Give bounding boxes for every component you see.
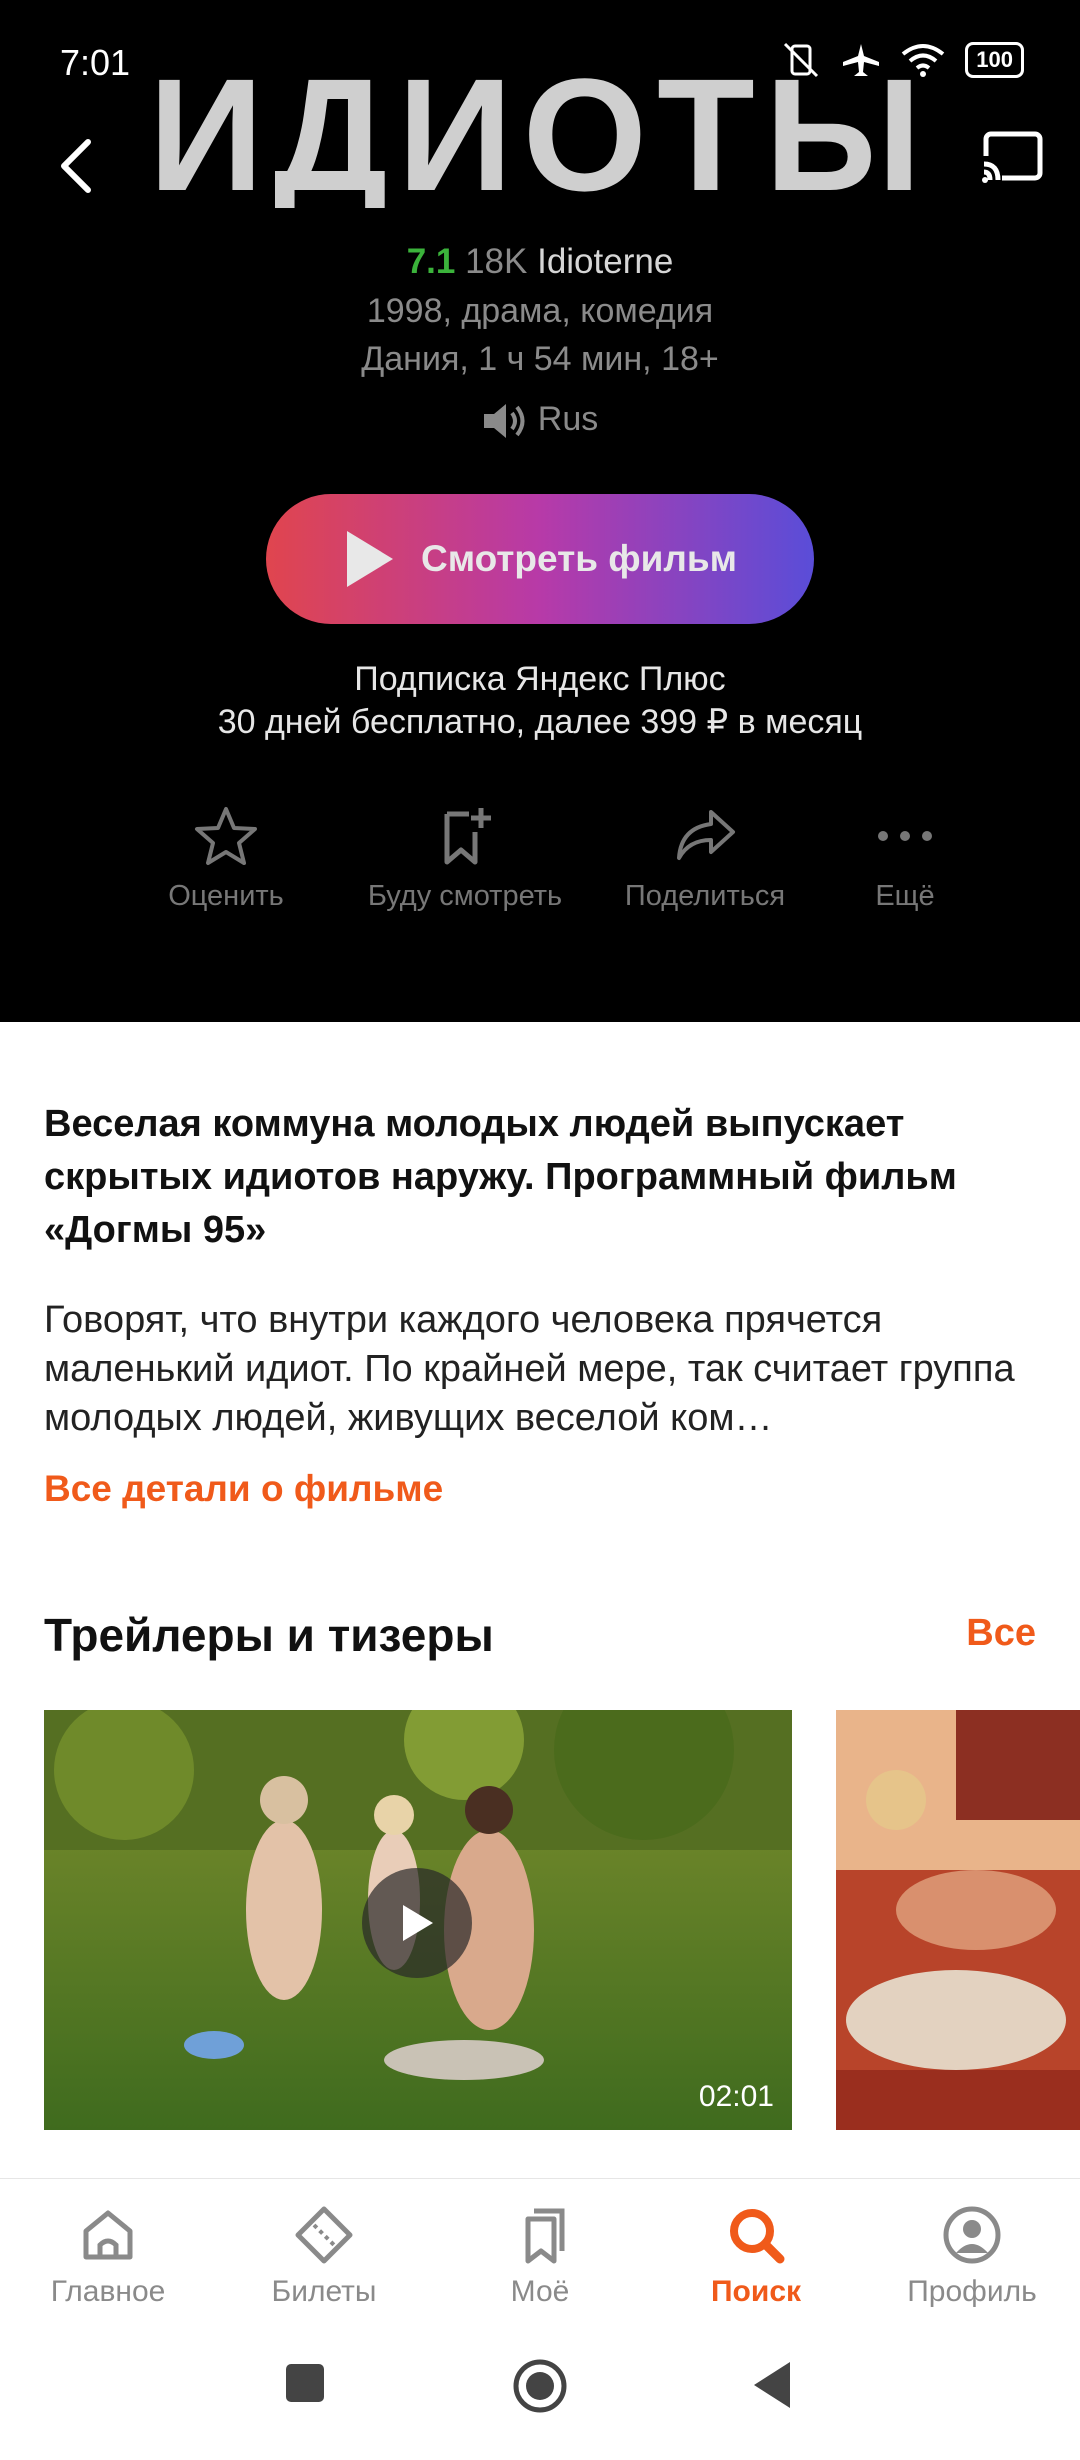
tab-tickets-label: Билеты	[271, 2275, 377, 2308]
action-row: Оценить Буду смотреть Поделиться Ещё	[0, 806, 1080, 936]
watchlist-label: Буду смотреть	[367, 880, 563, 912]
battery-indicator: 100	[965, 42, 1024, 78]
rate-label: Оценить	[168, 880, 284, 912]
trailer-duration: 02:01	[698, 2080, 774, 2113]
tab-my-label: Моё	[510, 2275, 570, 2308]
country-duration-age: Дания, 1 ч 54 мин, 18+	[361, 340, 719, 378]
trailers-section-title: Трейлеры и тизеры	[44, 1609, 494, 1661]
home-nav-icon[interactable]	[512, 2358, 568, 2414]
status-time: 7:01	[60, 42, 131, 83]
play-icon	[403, 1905, 433, 1941]
speaker-icon	[483, 404, 525, 439]
share-icon	[677, 810, 735, 860]
trailer-thumbnail-next[interactable]	[836, 1710, 1080, 2130]
hero-section: 7:01 100 ИДИОТЫ 7.1 18K Idioterne 1998, …	[0, 0, 1080, 1022]
all-details-link[interactable]: Все детали о фильме	[44, 1468, 443, 1510]
cast-icon[interactable]	[980, 130, 1044, 186]
movie-description: Говорят, что внутри каждого человека пря…	[44, 1299, 1015, 1439]
tab-profile[interactable]: Профиль	[872, 2205, 1072, 2309]
home-icon	[83, 2210, 133, 2260]
rate-button[interactable]: Оценить	[136, 806, 316, 913]
ticket-icon	[295, 2206, 353, 2264]
subscription-price: 30 дней бесплатно, далее 399 ₽ в месяц	[217, 703, 863, 741]
tab-search[interactable]: Поиск	[656, 2205, 856, 2309]
more-label: Ещё	[875, 880, 935, 912]
trailer-thumbnail[interactable]: 02:01	[44, 1710, 792, 2130]
watchlist-button[interactable]: Буду смотреть	[350, 806, 580, 913]
star-icon	[195, 807, 257, 865]
tab-home-label: Главное	[50, 2275, 166, 2308]
bookmark-add-icon	[444, 808, 491, 865]
trailer-play-button[interactable]	[362, 1868, 472, 1978]
audio-language-label: Rus	[537, 400, 599, 438]
tab-tickets[interactable]: Билеты	[224, 2205, 424, 2309]
audio-language: Rus	[0, 400, 1080, 441]
votes-count: 18K	[465, 242, 528, 281]
movie-tagline: Веселая коммуна молодых людей выпускает …	[44, 1103, 957, 1251]
trailers-all-link[interactable]: Все	[966, 1612, 1036, 1655]
tab-profile-label: Профиль	[907, 2275, 1037, 2308]
trailer-image-next	[836, 1710, 1080, 2130]
recents-icon[interactable]	[284, 2362, 326, 2404]
rating-line: 7.1 18K Idioterne	[0, 242, 1080, 282]
back-arrow-icon[interactable]	[54, 136, 100, 196]
tab-home[interactable]: Главное	[8, 2205, 208, 2309]
my-bookmarks-icon	[525, 2208, 565, 2264]
year-genres: 1998, драма, комедия	[366, 292, 714, 330]
watch-movie-label: Смотреть фильм	[421, 538, 737, 579]
movie-logo: ИДИОТЫ	[150, 58, 930, 208]
play-icon	[347, 531, 393, 587]
subscription-title: Подписка Яндекс Плюс	[354, 660, 726, 698]
watch-movie-button[interactable]: Смотреть фильм	[266, 494, 814, 624]
share-label: Поделиться	[624, 880, 786, 912]
tab-my[interactable]: Моё	[440, 2205, 640, 2309]
rating-value: 7.1	[406, 242, 456, 281]
profile-icon	[943, 2206, 1001, 2264]
more-button[interactable]: Ещё	[840, 806, 970, 913]
bottom-tab-bar: Главное Билеты Моё Поиск Профиль	[0, 2178, 1080, 2319]
more-icon	[878, 831, 932, 841]
search-icon	[730, 2209, 785, 2264]
tab-search-label: Поиск	[710, 2275, 802, 2308]
system-navigation-bar	[0, 2318, 1080, 2460]
back-nav-icon[interactable]	[750, 2360, 794, 2410]
svg-text:ИДИОТЫ: ИДИОТЫ	[150, 58, 930, 208]
original-title: Idioterne	[537, 242, 674, 281]
share-button[interactable]: Поделиться	[610, 806, 800, 913]
